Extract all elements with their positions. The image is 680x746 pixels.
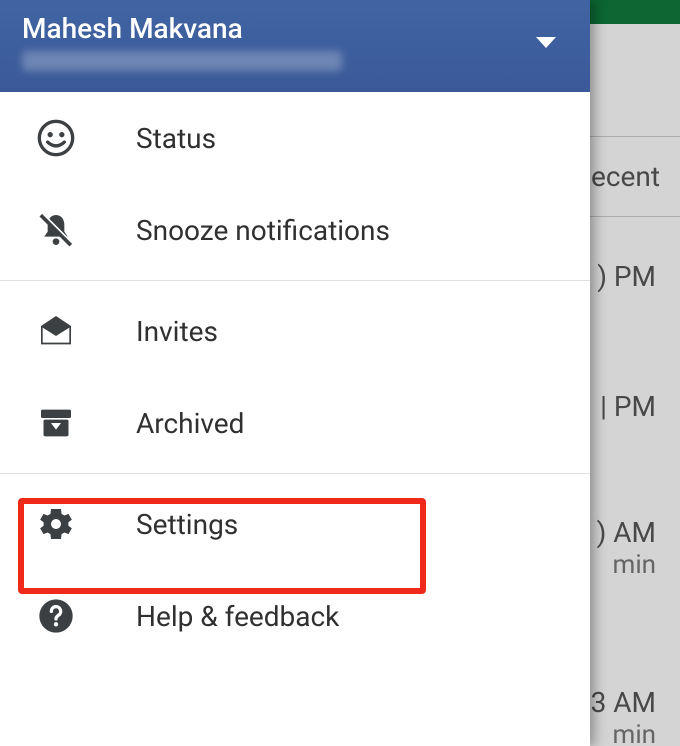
account-email-redacted — [22, 51, 342, 71]
smile-icon — [34, 116, 78, 160]
help-icon — [34, 594, 78, 638]
menu-label: Help & feedback — [136, 600, 339, 633]
navigation-drawer: Mahesh Makvana Status Snooze notificatio… — [0, 0, 590, 746]
menu-item-snooze[interactable]: Snooze notifications — [0, 184, 590, 276]
archive-icon — [34, 401, 78, 445]
menu-item-invites[interactable]: Invites — [0, 285, 590, 377]
menu-label: Status — [136, 122, 216, 155]
menu-label: Archived — [136, 407, 244, 440]
menu-item-archived[interactable]: Archived — [0, 377, 590, 469]
account-dropdown-icon[interactable] — [536, 34, 556, 53]
menu-item-help[interactable]: Help & feedback — [0, 570, 590, 662]
menu-item-status[interactable]: Status — [0, 92, 590, 184]
menu-label: Settings — [136, 508, 238, 541]
bell-off-icon — [34, 208, 78, 252]
menu-item-settings[interactable]: Settings — [0, 478, 590, 570]
menu-label: Snooze notifications — [136, 214, 390, 247]
divider — [0, 280, 590, 281]
gear-icon — [34, 502, 78, 546]
envelope-open-icon — [34, 309, 78, 353]
account-name: Mahesh Makvana — [22, 12, 568, 45]
menu-label: Invites — [136, 315, 218, 348]
drawer-header[interactable]: Mahesh Makvana — [0, 0, 590, 92]
divider — [0, 473, 590, 474]
